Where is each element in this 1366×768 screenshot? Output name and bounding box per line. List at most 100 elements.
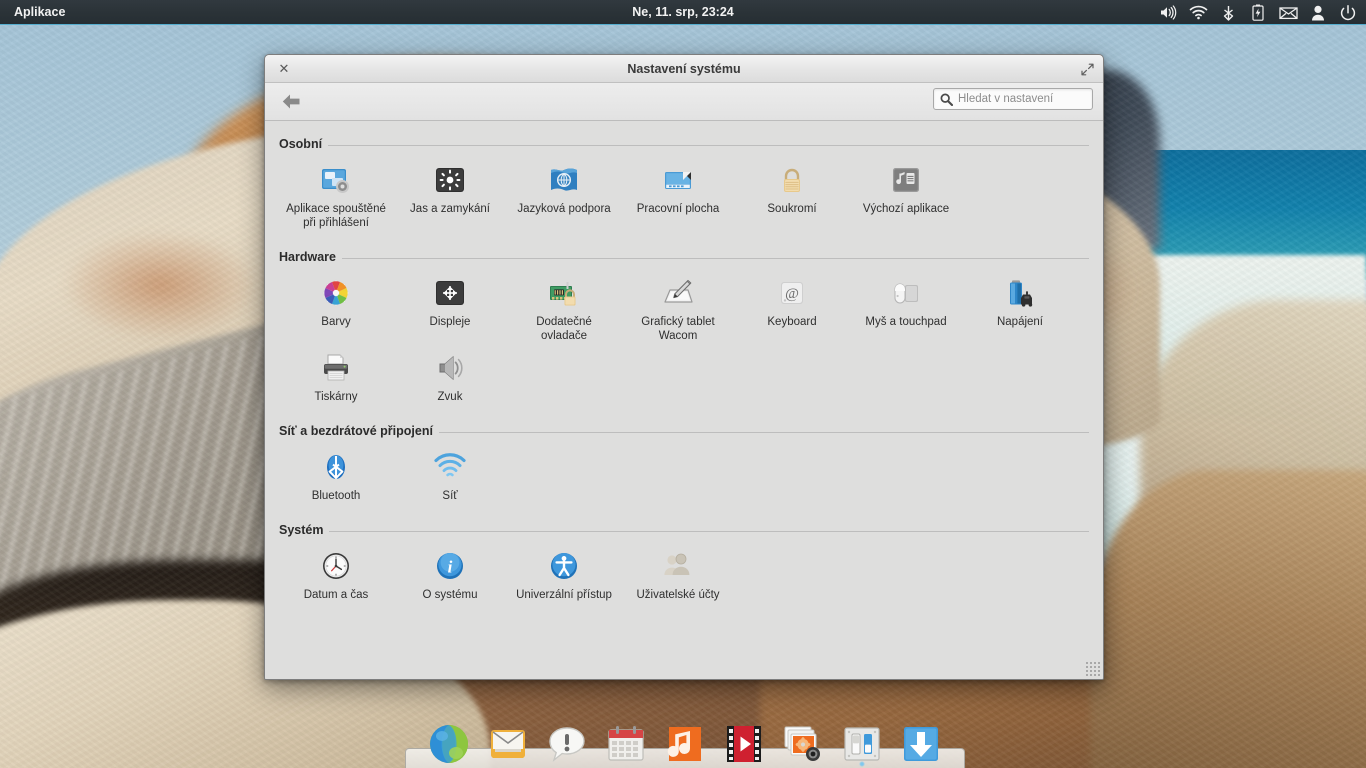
settings-item-label: Datum a čas <box>304 588 369 602</box>
globe-icon <box>427 722 471 766</box>
settings-item-label: Uživatelské účty <box>636 588 719 602</box>
settings-item-label: Grafický tablet Wacom <box>626 315 730 343</box>
brightness-lock-icon <box>433 163 467 197</box>
settings-item-label: Bluetooth <box>312 489 361 503</box>
settings-item-label: O systému <box>423 588 478 602</box>
settings-item-label: Univerzální přístup <box>516 588 612 602</box>
volume-icon[interactable] <box>1154 0 1182 25</box>
settings-item-printers[interactable]: Tiskárny <box>279 349 393 410</box>
settings-item-brightness-lock[interactable]: Jas a zamykání <box>393 161 507 236</box>
dock-item-photo-manager[interactable] <box>778 714 828 766</box>
settings-item-wacom-tablet[interactable]: Grafický tablet Wacom <box>621 274 735 349</box>
calendar-icon <box>604 722 648 766</box>
top-panel: Aplikace Ne, 11. srp, 23:24 <box>0 0 1366 25</box>
section-title: Osobní <box>279 137 322 151</box>
desktop[interactable]: Aplikace Ne, 11. srp, 23:24 <box>0 0 1366 768</box>
user-icon[interactable] <box>1304 0 1332 25</box>
wallpaper-right-rock <box>1090 470 1366 768</box>
date-time-icon <box>319 549 353 583</box>
settings-switches-icon <box>840 722 884 766</box>
dock-item-web-browser[interactable] <box>424 714 474 766</box>
section-divider <box>329 531 1089 532</box>
wifi-icon[interactable] <box>1184 0 1212 25</box>
dock-items <box>405 700 965 768</box>
settings-item-additional-drivers[interactable]: Dodatečné ovladače <box>507 274 621 349</box>
additional-drivers-icon <box>547 276 581 310</box>
settings-item-label: Keyboard <box>767 315 816 329</box>
displays-icon <box>433 276 467 310</box>
section-divider <box>439 432 1089 433</box>
section-header: Síť a bezdrátové připojení <box>279 418 1089 440</box>
network-wifi-icon <box>433 450 467 484</box>
down-arrow-icon <box>899 722 943 766</box>
settings-item-label: Dodatečné ovladače <box>512 315 616 343</box>
window-titlebar[interactable]: ✕ Nastavení systému <box>265 55 1103 83</box>
settings-item-user-accounts[interactable]: Uživatelské účty <box>621 547 735 608</box>
music-note-icon <box>663 722 707 766</box>
settings-item-label: Displeje <box>430 315 471 329</box>
dock-item-system-settings[interactable] <box>837 714 887 766</box>
keyboard-icon: @ <box>775 276 809 310</box>
settings-item-power-management[interactable]: Napájení <box>963 274 1077 349</box>
section-header: Hardware <box>279 244 1089 266</box>
settings-item-language-support[interactable]: Jazyková podpora <box>507 161 621 236</box>
back-button[interactable] <box>277 89 305 115</box>
settings-item-universal-access[interactable]: Univerzální přístup <box>507 547 621 608</box>
running-indicator <box>859 761 865 767</box>
settings-item-label: Jas a zamykání <box>410 202 490 216</box>
section-divider <box>342 258 1089 259</box>
settings-item-network[interactable]: Síť <box>393 448 507 509</box>
settings-item-privacy[interactable]: Soukromí <box>735 161 849 236</box>
bluetooth-icon <box>319 450 353 484</box>
search-box[interactable] <box>933 88 1093 110</box>
applications-menu-button[interactable]: Aplikace <box>0 0 77 25</box>
settings-item-desktop[interactable]: Pracovní plocha <box>621 161 735 236</box>
bluetooth-icon[interactable] <box>1214 0 1242 25</box>
window-toolbar <box>265 83 1103 121</box>
settings-item-default-applications[interactable]: Výchozí aplikace <box>849 161 963 236</box>
maximize-icon[interactable] <box>1079 61 1095 77</box>
dock-item-calendar[interactable] <box>601 714 651 766</box>
dock-item-downloads[interactable] <box>896 714 946 766</box>
settings-item-label: Barvy <box>321 315 350 329</box>
items-grid: Datum a čas i O systému <box>279 539 1089 614</box>
settings-item-label: Soukromí <box>767 202 816 216</box>
privacy-lock-icon <box>775 163 809 197</box>
settings-item-sound[interactable]: Zvuk <box>393 349 507 410</box>
printers-icon <box>319 351 353 385</box>
about-system-icon: i <box>433 549 467 583</box>
battery-icon[interactable] <box>1244 0 1272 25</box>
settings-item-bluetooth[interactable]: Bluetooth <box>279 448 393 509</box>
search-input[interactable] <box>958 93 1086 105</box>
settings-item-startup-applications[interactable]: Aplikace spouštěné při přihlášení <box>279 161 393 236</box>
user-accounts-icon <box>661 549 695 583</box>
dock-item-music-player[interactable] <box>660 714 710 766</box>
items-grid: Bluetooth Síť <box>279 440 1089 515</box>
items-grid: Aplikace spouštěné při přihlášení <box>279 153 1089 242</box>
svg-text:i: i <box>448 557 453 576</box>
default-applications-icon <box>889 163 923 197</box>
settings-item-label: Zvuk <box>438 390 463 404</box>
section-system: Systém <box>279 517 1089 614</box>
startup-applications-icon <box>319 163 353 197</box>
settings-item-about-system[interactable]: i O systému <box>393 547 507 608</box>
section-divider <box>328 145 1089 146</box>
window-title: Nastavení systému <box>265 62 1103 76</box>
system-settings-window[interactable]: ✕ Nastavení systému <box>264 54 1104 680</box>
settings-item-color[interactable]: Barvy <box>279 274 393 349</box>
dock-item-video-player[interactable] <box>719 714 769 766</box>
settings-item-label: Jazyková podpora <box>517 202 610 216</box>
resize-grip[interactable] <box>1085 661 1101 677</box>
mail-icon[interactable] <box>1274 0 1302 25</box>
wacom-tablet-icon <box>661 276 695 310</box>
settings-item-mouse-touchpad[interactable]: Myš a touchpad <box>849 274 963 349</box>
speech-bubble-icon <box>545 722 589 766</box>
settings-item-keyboard[interactable]: @ Keyboard <box>735 274 849 349</box>
settings-item-label: Tiskárny <box>314 390 357 404</box>
dock-item-email-client[interactable] <box>483 714 533 766</box>
dock-item-messaging[interactable] <box>542 714 592 766</box>
close-icon[interactable]: ✕ <box>271 55 297 83</box>
settings-item-date-time[interactable]: Datum a čas <box>279 547 393 608</box>
settings-item-displays[interactable]: Displeje <box>393 274 507 349</box>
power-icon[interactable] <box>1334 0 1362 25</box>
